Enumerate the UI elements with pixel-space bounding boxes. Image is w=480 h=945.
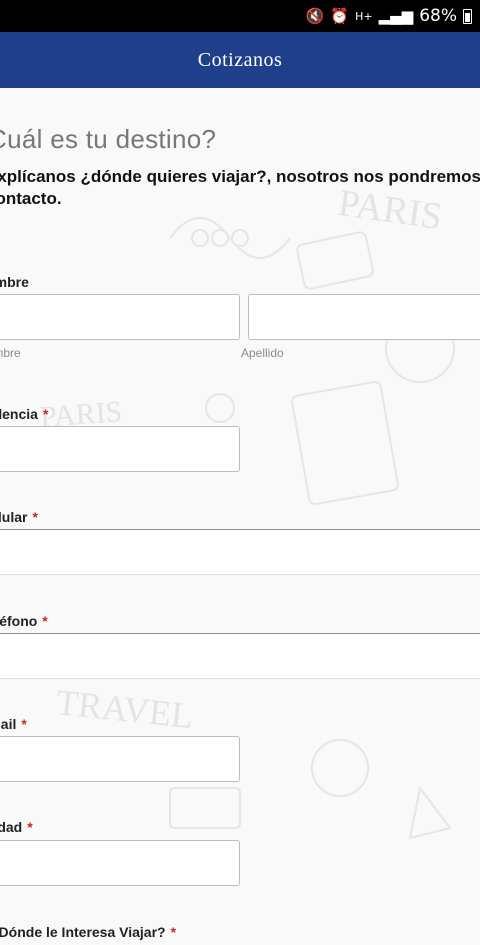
alarm-icon: ⏰ [330,7,350,25]
residence-input[interactable] [0,426,240,472]
name-label: Nombre [0,274,29,290]
form-description-line-2: contacto. [0,189,62,208]
app-bar: Cotizanos [0,32,480,88]
first-name-input[interactable] [0,294,240,340]
age-label-text: Edad [0,819,23,835]
required-asterisk: * [42,406,49,422]
doodle-travel-text: TRAVEL [54,681,196,737]
age-input[interactable] [0,840,240,886]
destination-label: ¿Dónde le Interesa Viajar? * [0,924,176,940]
mute-icon: 🔇 [305,7,325,25]
mobile-label: Celular* [0,509,38,525]
destination-label-text: ¿Dónde le Interesa Viajar? [0,924,166,940]
last-name-sublabel: Apellido [241,346,284,360]
email-label-text: Email [0,716,17,732]
form-description-line-1: Explícanos ¿dónde quieres viajar?, nosot… [0,167,480,186]
doodle-background [59,217,461,840]
app-title: Cotizanos [197,48,283,71]
last-name-input[interactable] [248,294,480,340]
first-name-sublabel: Nombre [0,346,21,360]
email-label: Email* [0,716,27,732]
signal-icon: ▂▄▆ [378,7,414,25]
battery-percent: 68% [419,6,457,26]
phone-label-text: Teléfono [0,613,38,629]
form-content: PARIS PARIS TRAVEL Cuál es tu destino? E… [0,88,480,945]
form-heading: Cuál es tu destino? [0,124,217,154]
required-asterisk: * [21,716,27,732]
mobile-input[interactable] [0,529,480,575]
mobile-label-text: Celular [0,509,28,525]
status-bar: 🔇 ⏰ H+ ▂▄▆ 68% [0,0,480,32]
required-asterisk: * [42,613,48,629]
name-label-text: Nombre [0,274,29,290]
email-input[interactable] [0,736,240,782]
required-asterisk: * [27,819,33,835]
required-asterisk: * [32,509,38,525]
network-type-icon: H+ [355,9,373,23]
residence-label-text: Residencia [0,406,38,422]
form-description: Explícanos ¿dónde quieres viajar?, nosot… [0,166,480,210]
age-label: Edad* [0,819,33,835]
phone-input[interactable] [0,633,480,679]
required-asterisk: * [170,924,177,940]
battery-icon [463,8,472,24]
phone-label: Teléfono* [0,613,48,629]
residence-label: Residencia* [0,406,48,422]
